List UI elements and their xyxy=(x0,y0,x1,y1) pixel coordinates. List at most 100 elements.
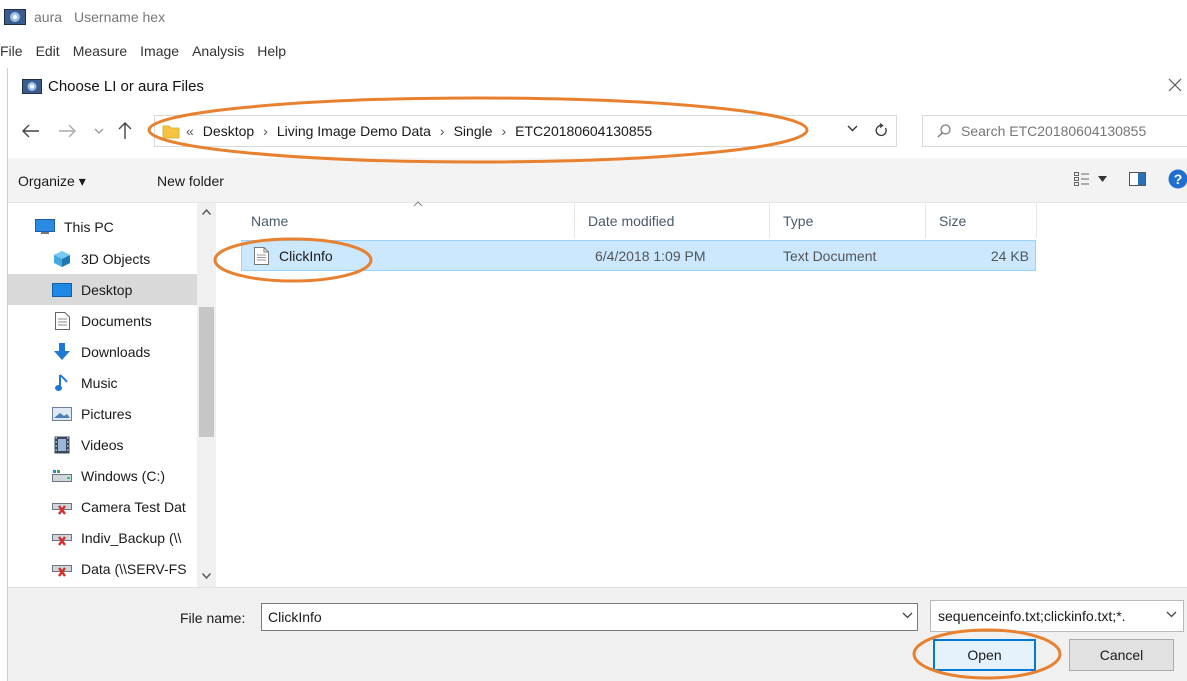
dialog-icon xyxy=(22,78,42,94)
sidebar-item-data-serv-fs[interactable]: Data (\\SERV-FS xyxy=(8,553,197,584)
file-dialog: Choose LI or aura Files « Desktop › Livi… xyxy=(7,68,1187,681)
sidebar-scrollbar[interactable] xyxy=(197,203,216,587)
breadcrumb-overflow[interactable]: « xyxy=(186,123,194,139)
breadcrumb-desktop[interactable]: Desktop xyxy=(203,123,254,139)
filter-dropdown-chevron-icon[interactable] xyxy=(1166,610,1177,618)
search-input[interactable]: Search ETC20180604130855 xyxy=(922,115,1187,147)
drive-icon xyxy=(50,466,74,486)
menubar: File Edit Measure Image Analysis Help xyxy=(0,38,1187,64)
sidebar-item-downloads[interactable]: Downloads xyxy=(8,336,197,367)
file-name-label: File name: xyxy=(180,610,246,626)
scrollbar-thumb[interactable] xyxy=(199,307,214,437)
forward-arrow-icon[interactable] xyxy=(56,120,78,142)
column-header-name[interactable]: Name xyxy=(251,203,288,238)
sidebar-item-label: Music xyxy=(81,374,118,391)
sidebar-item-label: This PC xyxy=(64,218,114,235)
sidebar-item-label: Pictures xyxy=(81,405,132,422)
sort-ascending-icon xyxy=(413,201,423,207)
app-subtitle: Username hex xyxy=(74,9,166,25)
app-name: aura xyxy=(34,9,63,25)
close-icon[interactable] xyxy=(1166,76,1184,94)
refresh-icon[interactable] xyxy=(874,123,888,138)
navigation-pane: This PC 3D Objects Desktop Documents Dow… xyxy=(8,203,216,587)
network-drive-disconnected-icon xyxy=(50,528,74,548)
sidebar-item-label: Data (\\SERV-FS xyxy=(81,560,187,577)
address-history-chevron-icon[interactable] xyxy=(847,124,858,132)
sidebar-item-camera-test-data[interactable]: Camera Test Dat xyxy=(8,491,197,522)
recent-locations-chevron-icon[interactable] xyxy=(88,120,110,142)
sidebar-item-windows-c[interactable]: Windows (C:) xyxy=(8,460,197,491)
breadcrumb-separator-icon[interactable]: › xyxy=(440,123,445,139)
menu-file[interactable]: File xyxy=(0,43,29,59)
column-header-date-modified[interactable]: Date modified xyxy=(588,203,674,238)
preview-pane-icon[interactable] xyxy=(1129,172,1146,186)
sidebar-item-documents[interactable]: Documents xyxy=(8,305,197,336)
sidebar-item-this-pc[interactable]: This PC xyxy=(8,211,197,242)
menu-help[interactable]: Help xyxy=(250,43,292,59)
sidebar-item-label: Windows (C:) xyxy=(81,467,166,484)
organize-button[interactable]: Organize ▾ xyxy=(18,173,86,190)
breadcrumb-current-folder[interactable]: ETC20180604130855 xyxy=(515,123,652,139)
file-type-filter-value: sequenceinfo.txt;clickinfo.txt;*. xyxy=(938,608,1126,624)
app-titlebar: aura Username hex xyxy=(0,0,1187,34)
address-bar[interactable]: « Desktop › Living Image Demo Data › Sin… xyxy=(154,115,897,147)
network-drive-disconnected-icon xyxy=(50,559,74,579)
scroll-up-icon[interactable] xyxy=(202,209,211,215)
sidebar-item-label: Videos xyxy=(81,436,124,453)
menu-edit[interactable]: Edit xyxy=(29,43,66,59)
file-name: ClickInfo xyxy=(279,247,333,264)
breadcrumb-separator-icon[interactable]: › xyxy=(263,123,268,139)
desktop-icon xyxy=(50,280,74,300)
file-name-field[interactable]: ClickInfo xyxy=(261,603,918,631)
sidebar-item-music[interactable]: Music xyxy=(8,367,197,398)
menu-analysis[interactable]: Analysis xyxy=(185,43,250,59)
scroll-down-icon[interactable] xyxy=(202,573,211,579)
text-document-icon xyxy=(254,241,269,270)
network-drive-disconnected-icon xyxy=(50,497,74,517)
sidebar-item-label: Downloads xyxy=(81,343,151,360)
back-arrow-icon[interactable] xyxy=(20,120,42,142)
file-name-value: ClickInfo xyxy=(268,609,322,625)
navigation-row: « Desktop › Living Image Demo Data › Sin… xyxy=(8,104,1187,158)
column-divider[interactable] xyxy=(1036,203,1037,238)
sidebar-item-indiv-backup[interactable]: Indiv_Backup (\\ xyxy=(8,522,197,553)
sidebar-item-pictures[interactable]: Pictures xyxy=(8,398,197,429)
table-row[interactable]: ClickInfo 6/4/2018 1:09 PM Text Document… xyxy=(241,240,1036,271)
up-arrow-icon[interactable] xyxy=(114,120,136,142)
menu-measure[interactable]: Measure xyxy=(66,43,133,59)
help-icon[interactable]: ? xyxy=(1168,169,1187,189)
sidebar-item-label: Camera Test Dat xyxy=(81,498,186,515)
sidebar-item-label: Indiv_Backup (\\ xyxy=(81,529,182,546)
cancel-button[interactable]: Cancel xyxy=(1069,639,1174,671)
open-button[interactable]: Open xyxy=(933,639,1036,671)
menu-image[interactable]: Image xyxy=(133,43,185,59)
file-list: Name Date modified Type Size ClickInfo 6… xyxy=(216,201,1187,587)
music-icon xyxy=(50,373,74,393)
computer-icon xyxy=(33,217,57,237)
sidebar-item-videos[interactable]: Videos xyxy=(8,429,197,460)
breadcrumb-single[interactable]: Single xyxy=(454,123,493,139)
app-icon xyxy=(4,9,26,25)
column-header-size[interactable]: Size xyxy=(939,203,966,238)
command-toolbar: Organize ▾ New folder ? xyxy=(8,158,1187,203)
column-header-type[interactable]: Type xyxy=(783,203,813,238)
file-type-filter[interactable]: sequenceinfo.txt;clickinfo.txt;*. xyxy=(930,600,1184,632)
file-type: Text Document xyxy=(783,247,877,264)
column-divider[interactable] xyxy=(574,203,575,238)
svg-text:?: ? xyxy=(1174,171,1183,187)
breadcrumb-separator-icon[interactable]: › xyxy=(502,123,507,139)
folder-icon xyxy=(162,123,180,139)
new-folder-button[interactable]: New folder xyxy=(157,173,224,189)
view-options-icon[interactable] xyxy=(1074,172,1107,186)
file-name-dropdown-chevron-icon[interactable] xyxy=(902,611,913,619)
sidebar-item-3d-objects[interactable]: 3D Objects xyxy=(8,243,197,274)
pictures-icon xyxy=(50,404,74,424)
3d-objects-icon xyxy=(50,249,74,269)
documents-icon xyxy=(50,311,74,331)
column-divider[interactable] xyxy=(925,203,926,238)
file-date-modified: 6/4/2018 1:09 PM xyxy=(595,247,706,264)
sidebar-item-desktop[interactable]: Desktop xyxy=(8,274,197,305)
search-placeholder: Search ETC20180604130855 xyxy=(961,123,1147,139)
column-divider[interactable] xyxy=(769,203,770,238)
breadcrumb-living-image-demo-data[interactable]: Living Image Demo Data xyxy=(277,123,431,139)
